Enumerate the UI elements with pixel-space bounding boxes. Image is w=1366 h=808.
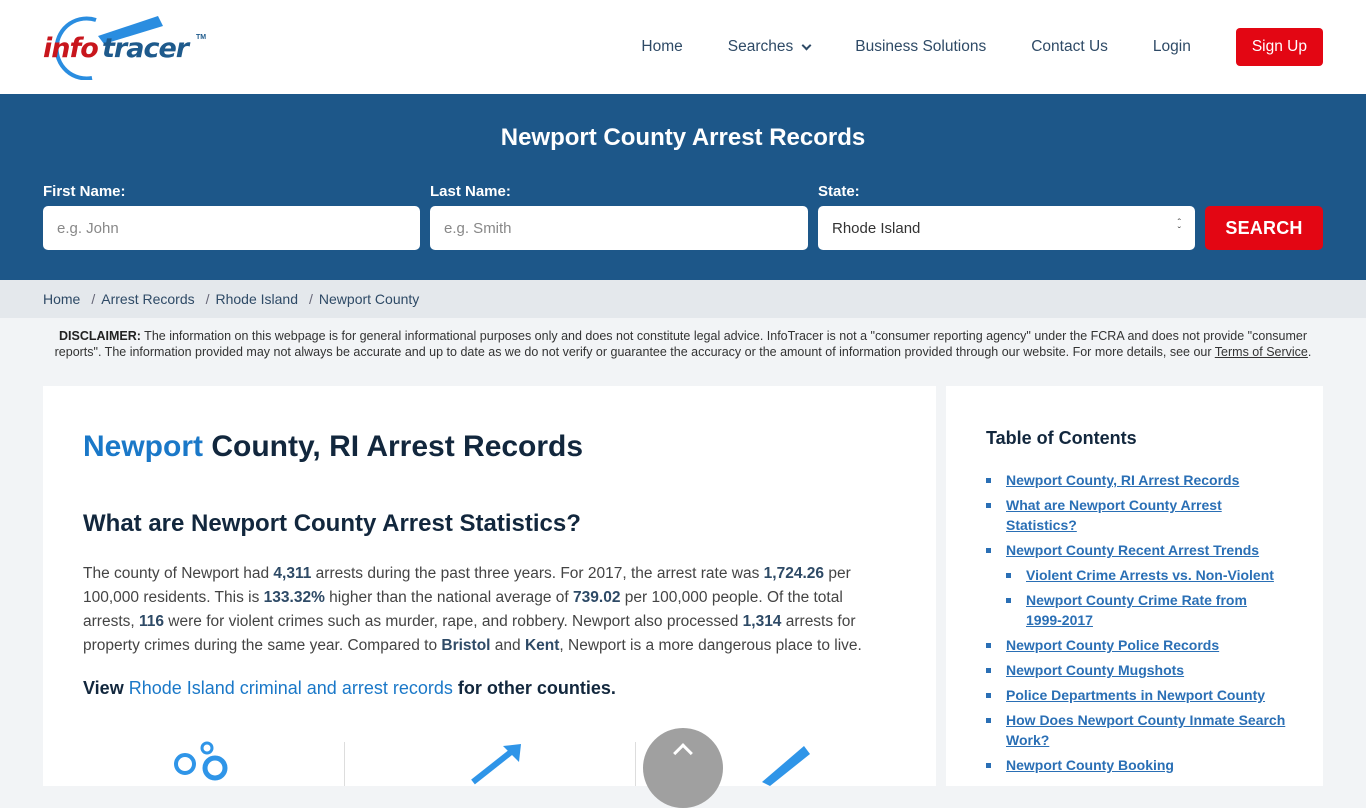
toc-link[interactable]: Newport County Booking — [1006, 757, 1174, 773]
nav-contact-us[interactable]: Contact Us — [1031, 38, 1108, 56]
last-name-field: Last Name: — [430, 183, 808, 250]
breadcrumb: Home / Arrest Records / Rhode Island / N… — [0, 280, 1366, 318]
state-select[interactable]: Rhode Island ˆˇ — [818, 206, 1195, 250]
search-hero: Newport County Arrest Records First Name… — [0, 94, 1366, 280]
toc-list: Newport County, RI Arrest Records What ar… — [986, 470, 1286, 780]
compare-county-1: Bristol — [441, 637, 491, 654]
breadcrumb-rhode-island[interactable]: Rhode Island — [216, 291, 299, 307]
nav-home[interactable]: Home — [641, 38, 682, 56]
toc-link[interactable]: What are Newport County Arrest Statistic… — [1006, 497, 1222, 533]
property-arrests: 1,314 — [742, 613, 782, 630]
toc-link[interactable]: Police Departments in Newport County — [1006, 687, 1265, 703]
arrest-rate: 1,724.26 — [763, 565, 825, 582]
toc-item: Newport County Police Records — [986, 635, 1286, 655]
breadcrumb-current: Newport County — [318, 291, 420, 307]
state-select-value: Rhode Island — [832, 219, 921, 237]
breadcrumb-separator: / — [309, 291, 313, 307]
toc-item: Newport County, RI Arrest Records — [986, 470, 1286, 490]
first-name-label: First Name: — [43, 183, 126, 200]
main-content: Newport County, RI Arrest Records What a… — [43, 386, 936, 786]
scroll-to-top-button[interactable] — [643, 728, 723, 808]
violent-arrests: 116 — [138, 613, 164, 630]
trend-up-arrow-icon — [471, 744, 521, 785]
nav-searches-label: Searches — [727, 38, 794, 55]
toc-link[interactable]: Newport County Police Records — [1006, 637, 1219, 653]
stat-divider — [635, 742, 636, 786]
select-updown-icon: ˆˇ — [1177, 218, 1181, 237]
breadcrumb-separator: / — [205, 291, 210, 307]
gun-icon — [762, 746, 810, 786]
title-rest: County, RI Arrest Records — [203, 430, 584, 463]
sign-up-button[interactable]: Sign Up — [1235, 28, 1323, 66]
hero-title: Newport County Arrest Records — [500, 124, 866, 151]
disclaimer-text: The information on this webpage is for g… — [54, 329, 1307, 359]
nav-business-solutions[interactable]: Business Solutions — [855, 38, 986, 56]
toc-link[interactable]: Newport County Recent Arrest Trends — [1006, 542, 1259, 558]
toc-item: Police Departments in Newport County — [986, 685, 1286, 705]
search-button[interactable]: SEARCH — [1205, 206, 1323, 250]
toc-item: Newport County Crime Rate from 1999-2017 — [1006, 590, 1286, 630]
national-average: 739.02 — [573, 589, 621, 606]
chevron-down-icon — [801, 40, 812, 50]
stat-divider — [344, 742, 345, 786]
toc-link[interactable]: Newport County, RI Arrest Records — [1006, 472, 1239, 488]
toc-title: Table of Contents — [986, 428, 1137, 448]
breadcrumb-separator: / — [91, 291, 96, 307]
disclaimer: DISCLAIMER: The information on this webp… — [43, 328, 1323, 360]
page-title: Newport County, RI Arrest Records — [83, 430, 583, 464]
main-nav: Home Searches Business Solutions Contact… — [596, 28, 1323, 66]
pct-higher: 133.32% — [263, 589, 325, 606]
toc-link[interactable]: How Does Newport County Inmate Search Wo… — [1006, 712, 1285, 748]
total-arrests: 4,311 — [273, 565, 312, 582]
breadcrumb-home[interactable]: Home — [43, 291, 80, 307]
last-name-input[interactable] — [444, 219, 794, 237]
terms-of-service-link[interactable]: Terms of Service — [1215, 345, 1308, 359]
infotracer-logo[interactable]: info tracer TM — [42, 14, 212, 80]
stats-paragraph: The county of Newport had 4,311 arrests … — [83, 565, 862, 654]
breadcrumb-arrest-records[interactable]: Arrest Records — [101, 291, 194, 307]
toc-item: Newport County Recent Arrest Trends — [986, 540, 1286, 560]
handcuffs-icon — [174, 741, 228, 781]
toc-item: Newport County Mugshots — [986, 660, 1286, 680]
logo-trademark: TM — [196, 34, 207, 41]
title-county: Newport — [83, 430, 203, 463]
table-of-contents: Table of Contents Newport County, RI Arr… — [946, 386, 1323, 786]
disclaimer-end: . — [1307, 345, 1312, 359]
view-other-counties: View Rhode Island criminal and arrest re… — [83, 678, 616, 698]
toc-item: What are Newport County Arrest Statistic… — [986, 495, 1286, 535]
compare-county-2: Kent — [524, 637, 560, 654]
logo-info: info — [43, 33, 99, 64]
state-field: State: Rhode Island ˆˇ — [818, 183, 1195, 250]
toc-item: Violent Crime Arrests vs. Non-Violent — [1006, 565, 1286, 585]
toc-item: Newport County Booking — [986, 755, 1286, 775]
rhode-island-records-link[interactable]: Rhode Island criminal and arrest records — [129, 678, 453, 698]
last-name-label: Last Name: — [430, 183, 511, 200]
stats-heading: What are Newport County Arrest Statistic… — [83, 510, 581, 537]
nav-login[interactable]: Login — [1153, 38, 1191, 56]
site-header: info tracer TM Home Searches Business So… — [0, 0, 1366, 94]
disclaimer-label: DISCLAIMER: — [58, 329, 141, 343]
toc-link[interactable]: Violent Crime Arrests vs. Non-Violent — [1026, 567, 1274, 583]
logo-tracer: tracer — [102, 33, 189, 64]
toc-item: How Does Newport County Inmate Search Wo… — [986, 710, 1286, 750]
state-label: State: — [818, 183, 860, 200]
toc-link[interactable]: Newport County Mugshots — [1006, 662, 1184, 678]
first-name-field: First Name: — [43, 183, 420, 250]
nav-searches[interactable]: Searches — [727, 38, 812, 56]
toc-link[interactable]: Newport County Crime Rate from 1999-2017 — [1026, 592, 1247, 628]
first-name-input[interactable] — [57, 219, 406, 237]
